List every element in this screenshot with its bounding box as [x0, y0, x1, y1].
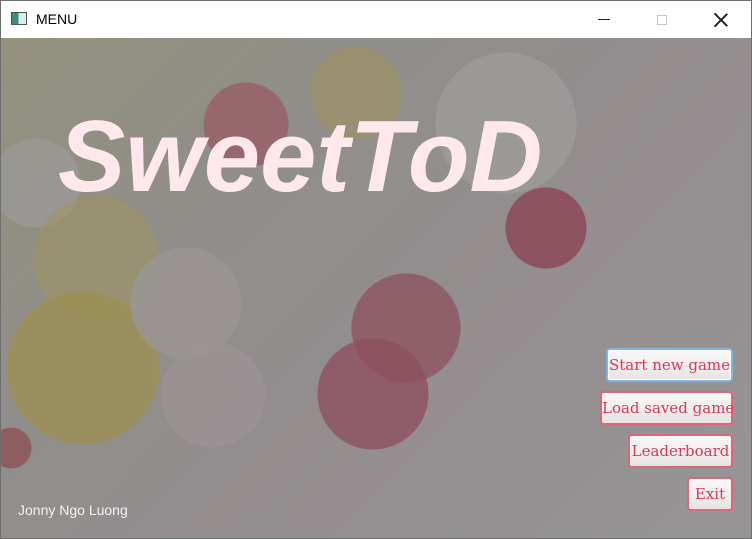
- title-bar[interactable]: MENU: [1, 1, 751, 38]
- minimize-button[interactable]: [581, 1, 627, 38]
- exit-button[interactable]: Exit: [687, 477, 733, 511]
- candy-background: SweetToD Jonny Ngo Luong Start new game …: [1, 38, 751, 538]
- menu-window: MENU SweetToD Jonny Ngo Luong Start new …: [0, 0, 752, 539]
- load-saved-game-button[interactable]: Load saved game: [600, 391, 734, 425]
- author-credit: Jonny Ngo Luong: [18, 502, 128, 518]
- start-new-game-button[interactable]: Start new game: [606, 348, 733, 382]
- maximize-button[interactable]: [639, 1, 685, 38]
- game-logo: SweetToD: [58, 101, 543, 213]
- window-title: MENU: [36, 11, 78, 27]
- app-window-icon: [11, 12, 27, 25]
- maximize-icon: [657, 14, 667, 25]
- leaderboard-button[interactable]: Leaderboard: [628, 434, 733, 468]
- close-icon: [714, 13, 728, 27]
- minimize-icon: [598, 19, 610, 20]
- close-button[interactable]: [698, 1, 744, 38]
